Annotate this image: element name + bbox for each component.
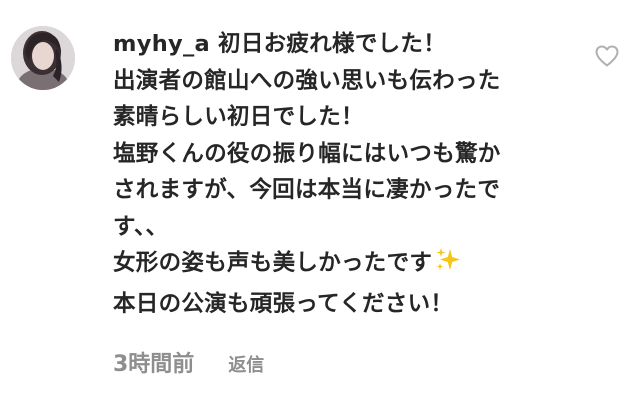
- comment-body: myhy_a 初日お疲れ様でした！ 出演者の館山への強い思いも伝わった 素晴らしい…: [113, 26, 573, 322]
- comment-line-4: 塩野くんの役の振り幅にはいつも驚か: [113, 140, 501, 167]
- comment-text: 女形の姿も声も美しかったです: [113, 250, 433, 276]
- comment-line-5: されますが、今回は本当に凄かったで: [113, 177, 501, 203]
- sparkles-icon: [434, 246, 462, 286]
- timestamp: 3時間前: [113, 352, 195, 377]
- reply-button[interactable]: 返信: [228, 351, 264, 377]
- comment-line-3: 素晴らしい初日でした！: [113, 104, 364, 130]
- comment-item: myhy_a 初日お疲れ様でした！ 出演者の館山への強い思いも伝わった 素晴らしい…: [0, 0, 633, 416]
- comment-line-6: す、、: [113, 213, 169, 240]
- comment-meta: 3時間前 返信: [113, 346, 264, 378]
- heart-outline-icon[interactable]: [594, 44, 620, 68]
- comment-text: 初日お疲れ様でした！: [218, 31, 447, 57]
- avatar[interactable]: [11, 26, 75, 90]
- comment-line-7: 女形の姿も声も美しかったです: [113, 245, 573, 286]
- comment-line-2: 出演者の館山への強い思いも伝わった: [113, 67, 501, 94]
- username-link[interactable]: myhy_a: [113, 31, 210, 57]
- comment-line-8: 本日の公演も頑張ってください！: [113, 290, 454, 317]
- comment-line-1: myhy_a 初日お疲れ様でした！: [113, 26, 573, 63]
- avatar-image: [11, 26, 75, 90]
